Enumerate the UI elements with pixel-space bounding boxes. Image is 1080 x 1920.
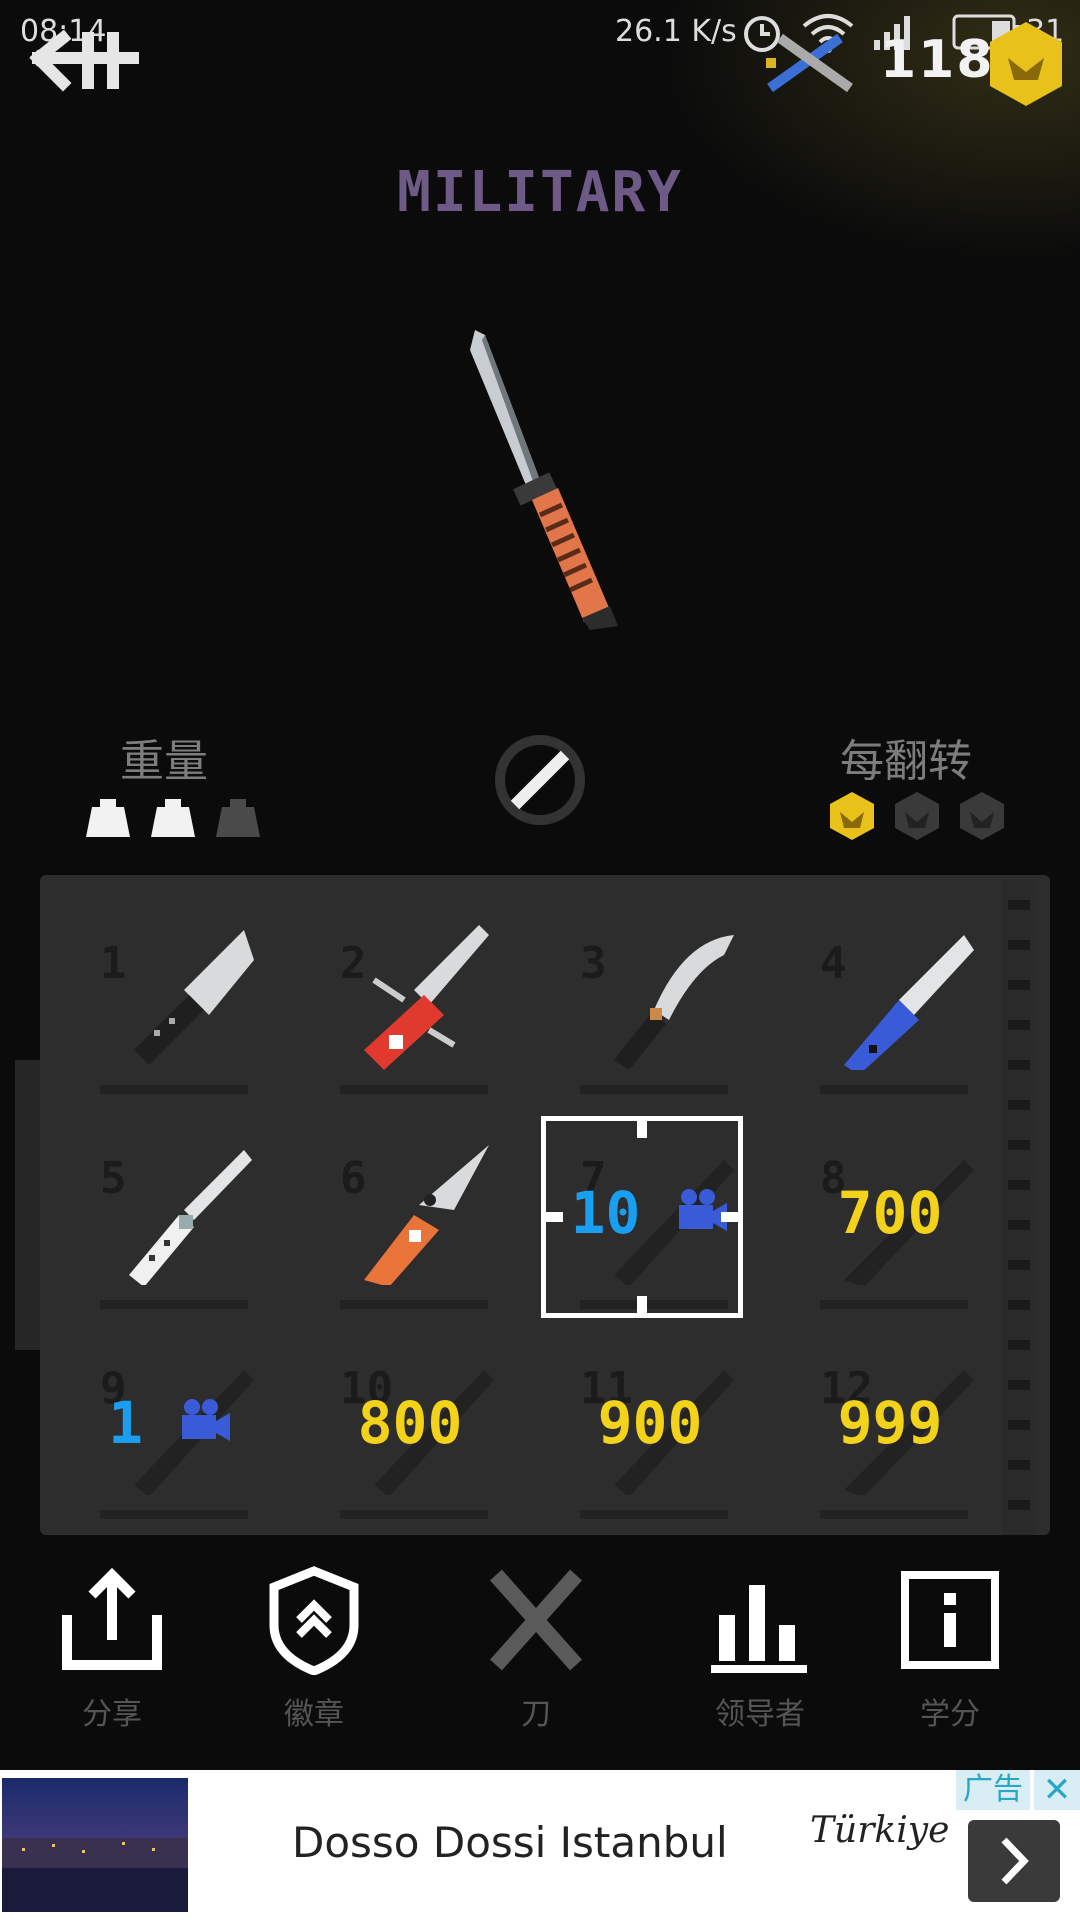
ad-open-button[interactable] xyxy=(968,1820,1060,1902)
slot-shadow xyxy=(340,1085,488,1094)
ad-title: Dosso Dossi Istanbul xyxy=(292,1818,728,1867)
knife-slot-8[interactable]: 8 700 xyxy=(770,1095,1010,1309)
flip-logo-icon xyxy=(495,735,585,825)
weight-label: 重量 xyxy=(120,736,208,787)
category-title: MILITARY xyxy=(397,160,683,225)
knife-slot-1[interactable]: 1 xyxy=(50,880,290,1094)
nav-knives-label: 刀 xyxy=(521,1697,551,1732)
slot-shadow xyxy=(820,1510,968,1519)
cleaver-knife-icon xyxy=(134,930,254,1065)
status-net-speed: 26.1 K/s xyxy=(615,14,737,49)
ad-tag: 广告 xyxy=(956,1770,1030,1810)
video-count: 1 xyxy=(108,1389,143,1457)
ad-banner[interactable]: Dosso Dossi Istanbul Türkiye 广告 ✕ xyxy=(0,1770,1080,1920)
slot-shadow xyxy=(820,1085,968,1094)
crossed-knives-icon xyxy=(766,33,853,93)
knife-slot-3[interactable]: 3 xyxy=(530,880,770,1094)
nav-leaderboard[interactable]: 领导者 xyxy=(660,1565,860,1733)
badge-shield-icon xyxy=(269,1566,359,1675)
kukri-knife-icon xyxy=(614,935,734,1070)
ad-photo xyxy=(2,1778,188,1912)
eagle-coin-icon xyxy=(958,790,1006,842)
price-label: 800 xyxy=(357,1389,463,1457)
knife-slot-5[interactable]: 5 xyxy=(50,1095,290,1309)
knife-slot-4[interactable]: 4 xyxy=(770,880,1010,1094)
nav-badges-label: 徽章 xyxy=(284,1697,344,1732)
leaderboard-icon xyxy=(711,1585,807,1673)
swiss-army-knife-icon xyxy=(364,925,489,1070)
folding-orange-knife-icon xyxy=(364,1145,489,1285)
nav-knives[interactable]: 刀 xyxy=(436,1565,636,1733)
selection-frame xyxy=(541,1116,743,1318)
info-icon xyxy=(901,1571,999,1669)
knife-slot-12[interactable]: 12 999 xyxy=(770,1305,1010,1519)
knife-slot-11[interactable]: 11 900 xyxy=(530,1305,770,1519)
slot-shadow xyxy=(340,1510,488,1519)
video-unlock: 1 xyxy=(50,1389,290,1457)
per-flip-indicator xyxy=(828,790,1018,846)
eagle-badge-icon[interactable] xyxy=(988,20,1064,108)
weight-icon xyxy=(84,795,132,839)
nav-share[interactable]: 分享 xyxy=(12,1565,212,1733)
weight-indicator xyxy=(84,795,274,843)
crossed-knives-nav-icon xyxy=(490,1569,582,1671)
eagle-coin-icon xyxy=(893,790,941,842)
selection-ticks xyxy=(541,1116,743,1318)
bottom-nav: 分享 徽章 刀 领导者 学分 xyxy=(0,1565,1080,1765)
knife-slot-2[interactable]: 2 xyxy=(290,880,530,1094)
share-icon xyxy=(62,1567,162,1670)
butterfly-knife-icon xyxy=(129,1150,252,1285)
nav-credits[interactable]: 学分 xyxy=(850,1565,1050,1733)
slot-shadow xyxy=(100,1085,248,1094)
nav-share-label: 分享 xyxy=(82,1697,142,1732)
slot-shadow xyxy=(100,1510,248,1519)
knife-slot-10[interactable]: 10 800 xyxy=(290,1305,530,1519)
weight-icon xyxy=(214,795,262,839)
per-flip-label: 每翻转 xyxy=(840,736,972,787)
selected-knife-icon xyxy=(470,330,618,630)
back-arrow-icon[interactable] xyxy=(28,28,143,98)
eagle-coin-icon xyxy=(828,790,876,842)
ad-brand-logo: Türkiye xyxy=(810,1810,950,1851)
price-label: 900 xyxy=(597,1389,703,1457)
ad-close-button[interactable]: ✕ xyxy=(1034,1770,1080,1810)
price-label: 700 xyxy=(837,1179,943,1247)
price-label: 999 xyxy=(837,1389,943,1457)
chevron-right-icon xyxy=(1001,1837,1029,1885)
knife-slot-9[interactable]: 9 1 xyxy=(50,1305,290,1519)
weight-icon xyxy=(149,795,197,839)
nav-credits-label: 学分 xyxy=(920,1697,980,1732)
knife-slot-6[interactable]: 6 xyxy=(290,1095,530,1309)
slot-shadow xyxy=(580,1510,728,1519)
video-camera-icon xyxy=(181,1399,230,1441)
nav-leaderboard-label: 领导者 xyxy=(715,1697,805,1732)
nav-badges[interactable]: 徽章 xyxy=(214,1565,414,1733)
slot-shadow xyxy=(580,1085,728,1094)
blue-handle-knife-icon xyxy=(844,935,974,1070)
